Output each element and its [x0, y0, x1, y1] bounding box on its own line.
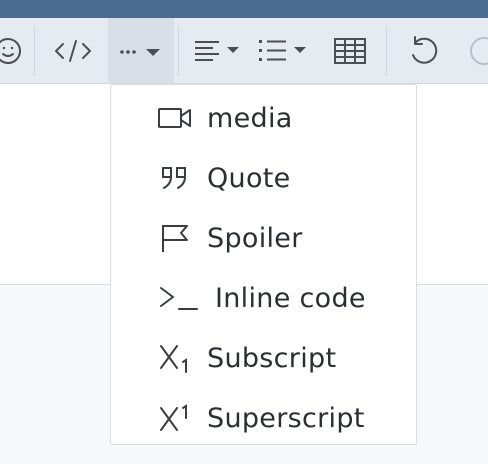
redo-button[interactable]: [462, 18, 488, 84]
align-icon: [191, 36, 243, 66]
flag-icon: [157, 220, 193, 256]
subscript-icon: [157, 340, 193, 376]
more-dots-icon: [116, 41, 166, 61]
terminal-icon: [157, 280, 201, 316]
superscript-icon: [157, 400, 193, 436]
menu-item-label: Subscript: [207, 342, 337, 374]
list-button[interactable]: [252, 18, 314, 84]
list-icon: [256, 36, 310, 66]
table-button[interactable]: [320, 18, 380, 84]
menu-item-subscript[interactable]: Subscript: [111, 329, 416, 387]
menu-item-label: Spoiler: [207, 222, 303, 254]
align-button[interactable]: [186, 18, 248, 84]
menu-item-superscript[interactable]: Superscript: [111, 389, 416, 447]
undo-button[interactable]: [394, 18, 454, 84]
quote-icon: [157, 160, 193, 196]
menu-item-label: Inline code: [215, 282, 366, 314]
emoji-icon: [0, 36, 23, 66]
menu-item-label: Superscript: [207, 402, 365, 434]
menu-item-label: media: [207, 102, 293, 134]
video-icon: [157, 100, 193, 136]
editor-top-border: [0, 0, 488, 18]
table-icon: [333, 36, 367, 66]
menu-item-quote[interactable]: Quote: [111, 149, 416, 207]
emoji-button[interactable]: [0, 18, 30, 84]
menu-item-media[interactable]: media: [111, 89, 416, 147]
toolbar-separator: [178, 26, 179, 76]
menu-item-spoiler[interactable]: Spoiler: [111, 209, 416, 267]
toolbar-separator: [386, 26, 387, 76]
code-button[interactable]: [44, 18, 102, 84]
toolbar-separator: [34, 26, 35, 76]
more-formatting-dropdown: media Quote Spoiler Inline code Subscrip…: [110, 84, 417, 445]
more-button[interactable]: [108, 18, 174, 84]
menu-item-label: Quote: [207, 162, 291, 194]
redo-icon: [462, 33, 488, 69]
undo-icon: [406, 33, 442, 69]
code-icon: [53, 37, 93, 65]
editor-toolbar: [0, 18, 488, 84]
menu-item-inline-code[interactable]: Inline code: [111, 269, 416, 327]
